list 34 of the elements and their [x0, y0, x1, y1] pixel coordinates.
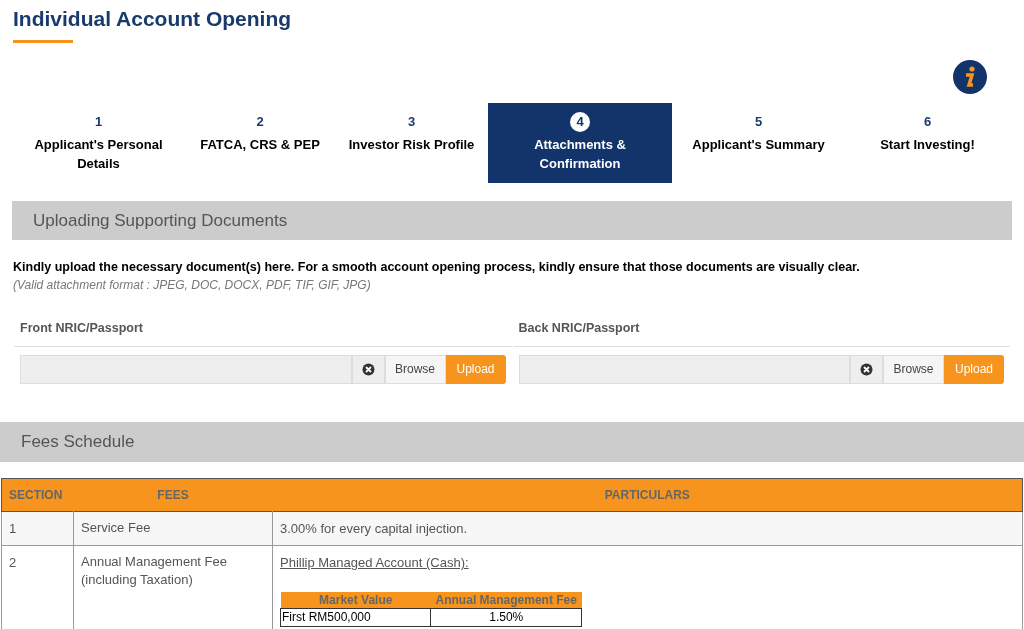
- table-cell: First RM500,000: [280, 608, 431, 627]
- column-header: PARTICULARS: [272, 478, 1023, 512]
- instruction-text: Kindly upload the necessary document(s) here. For a smooth account opening process, kindly ensure that those documents are visually clear.: [12, 259, 861, 276]
- page-title: Individual Account Opening: [13, 6, 293, 32]
- table-cell: Service Fee: [73, 511, 273, 546]
- browse-button[interactable]: Browse: [883, 354, 944, 384]
- step-tab[interactable]: 2 FATCA, CRS & PEP: [185, 103, 335, 183]
- info-icon[interactable]: [953, 60, 987, 94]
- table-cell: 3.00% for every capital injection.: [280, 520, 468, 536]
- title-underline: [13, 40, 73, 43]
- step-tab[interactable]: 5 Applicant's Summary: [672, 103, 845, 183]
- table-cell: 1: [1, 511, 74, 546]
- section-header: Uploading Supporting Documents: [12, 201, 1012, 240]
- clear-icon[interactable]: [351, 354, 385, 384]
- section-header: Fees Schedule: [0, 421, 1024, 462]
- file-input-field[interactable]: [20, 354, 352, 384]
- clear-icon[interactable]: [850, 354, 883, 384]
- step-tab[interactable]: 1 Applicant's Personal Details: [12, 103, 185, 183]
- column-header: SECTION: [1, 478, 74, 512]
- field-label: Back NRIC/Passport: [512, 319, 1010, 347]
- step-tab[interactable]: 6 Start Investing!: [845, 103, 1010, 183]
- step-tab[interactable]: 4 Attachments & Confirmation: [488, 103, 672, 183]
- browse-button[interactable]: Browse: [384, 354, 446, 384]
- table-cell: 2: [1, 545, 74, 629]
- table-cell: 1.50%: [430, 608, 582, 627]
- file-input-field[interactable]: [518, 354, 850, 384]
- column-header: Market Value: [280, 591, 431, 609]
- plan-link[interactable]: Phillip Managed Account (Cash):: [280, 555, 469, 571]
- step-tab[interactable]: 3 Investor Risk Profile: [335, 103, 488, 183]
- table-cell: Annual Management Fee (including Taxation): [73, 545, 273, 629]
- column-header: Annual Management Fee: [430, 591, 582, 609]
- format-note: (Valid attachment format : JPEG, DOC, DOCX, PDF, TIF, GIF, JPG): [12, 277, 372, 294]
- column-header: FEES: [73, 478, 273, 512]
- field-label: Front NRIC/Passport: [14, 319, 512, 347]
